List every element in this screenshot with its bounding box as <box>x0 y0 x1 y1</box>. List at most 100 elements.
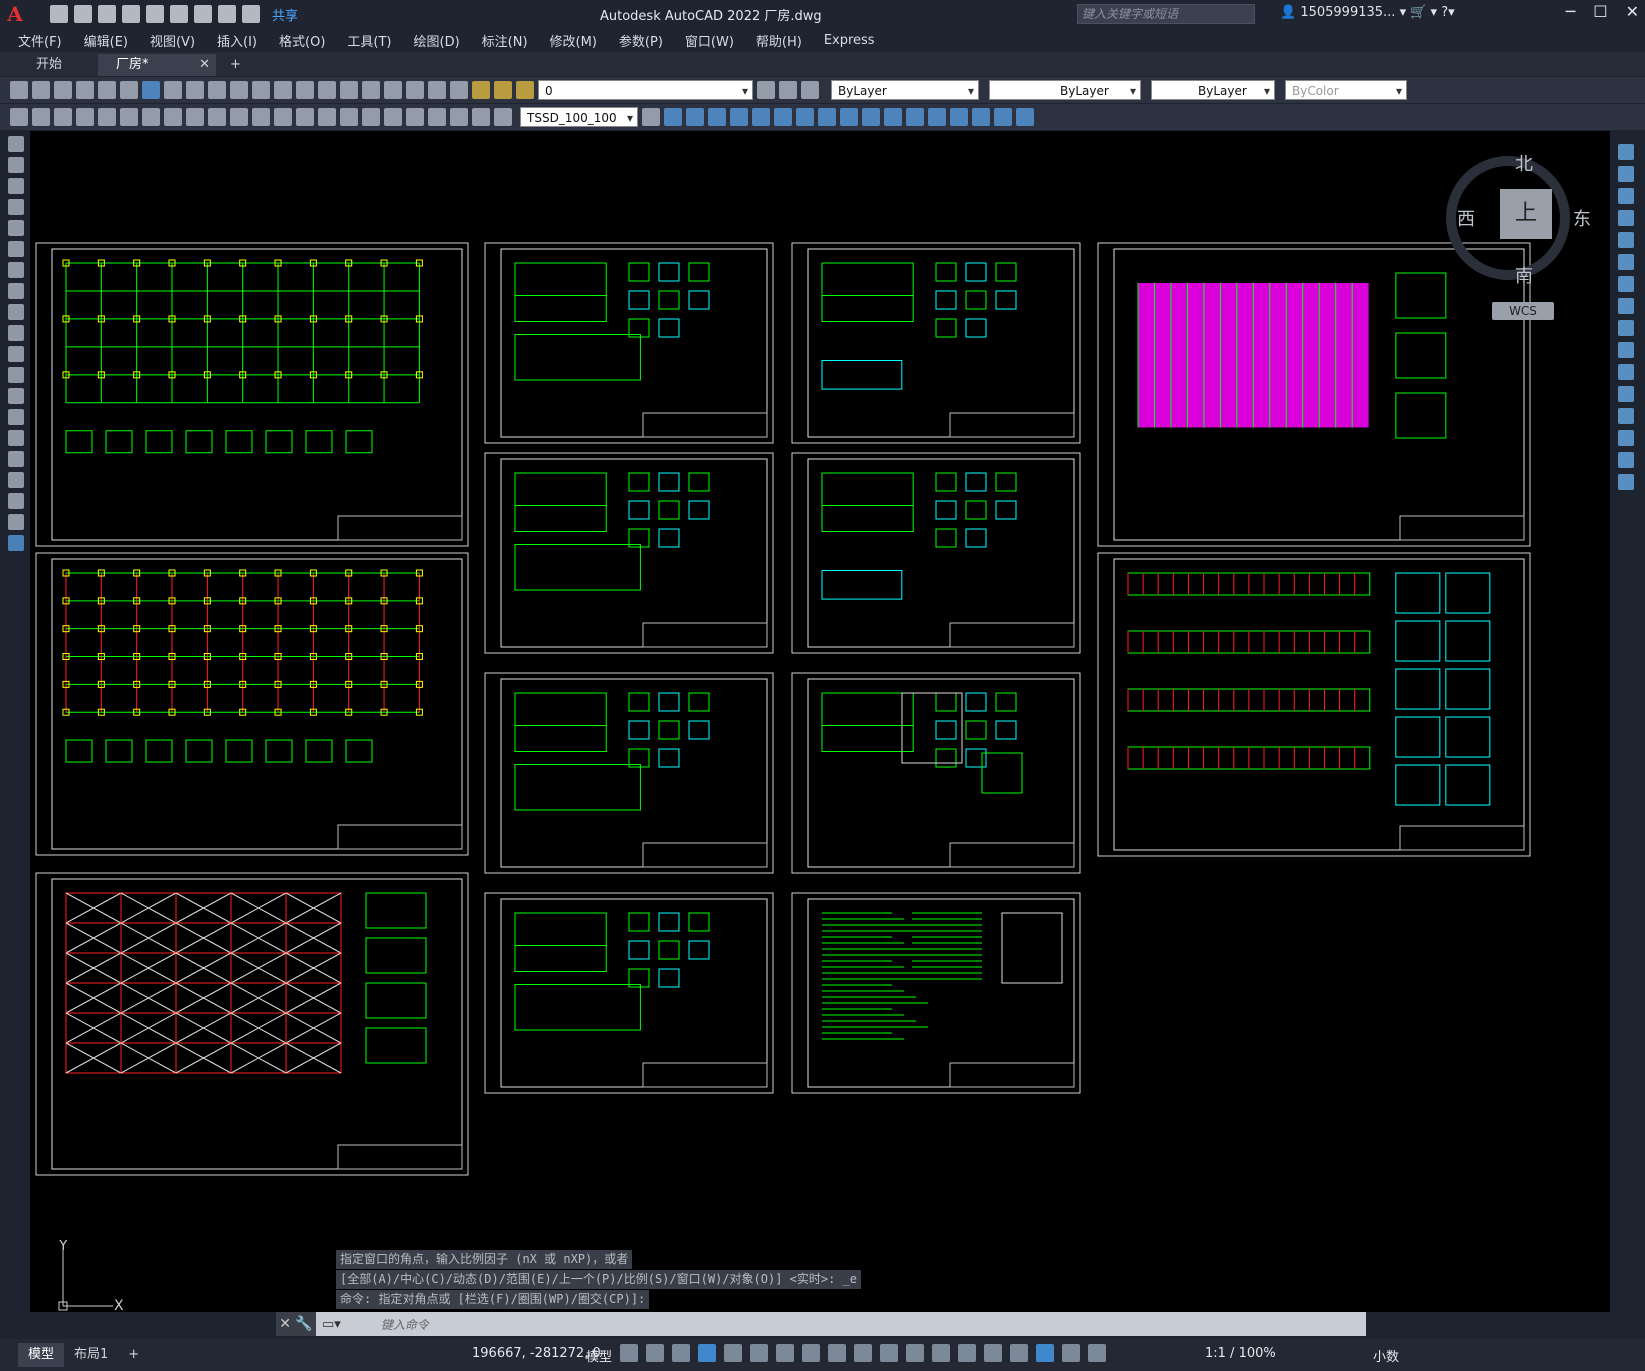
menu-help[interactable]: 帮助(H) <box>756 31 802 50</box>
infer-constraints-icon[interactable] <box>672 1344 690 1362</box>
layer-select[interactable]: 0 <box>538 80 753 101</box>
baseline-icon[interactable] <box>274 108 292 126</box>
scale-icon[interactable] <box>1618 298 1634 314</box>
dynamic-ucs-icon[interactable] <box>958 1344 976 1362</box>
export-icon[interactable] <box>170 5 188 23</box>
linear-dim-icon[interactable] <box>76 108 94 126</box>
chamfer-icon[interactable] <box>1618 430 1634 446</box>
view-16-icon[interactable] <box>994 108 1012 126</box>
tab-layout1[interactable]: 布局1 <box>64 1343 118 1367</box>
units-select[interactable]: 小数 <box>1373 1346 1399 1365</box>
help-icon[interactable] <box>428 81 446 99</box>
viewcube-west[interactable]: 西 <box>1457 205 1475 231</box>
arc-icon[interactable] <box>8 241 24 257</box>
plot-icon[interactable] <box>194 5 212 23</box>
annotation-scale-icon[interactable] <box>1088 1344 1106 1362</box>
calculator-icon[interactable] <box>406 81 424 99</box>
publish-icon[interactable] <box>120 81 138 99</box>
ellipse-arc-icon[interactable] <box>8 346 24 362</box>
menu-dimension[interactable]: 标注(N) <box>482 31 528 50</box>
viewcube-south[interactable]: 南 <box>1515 262 1533 288</box>
design-center-icon[interactable] <box>318 81 336 99</box>
continue-icon[interactable] <box>296 108 314 126</box>
zoom-previous-icon[interactable] <box>274 81 292 99</box>
lock-icon[interactable] <box>516 81 534 99</box>
quick-dim-icon[interactable] <box>252 108 270 126</box>
lightbulb-icon[interactable] <box>472 81 490 99</box>
open-icon[interactable] <box>74 5 92 23</box>
rotate-icon[interactable] <box>1618 276 1634 292</box>
dim-text-edit-icon[interactable] <box>472 108 490 126</box>
preview-icon[interactable] <box>98 81 116 99</box>
maximize-icon[interactable]: ☐ <box>1593 2 1607 21</box>
polyline-icon[interactable] <box>8 178 24 194</box>
zoom-window-icon[interactable] <box>252 81 270 99</box>
view-1-icon[interactable] <box>664 108 682 126</box>
table-icon[interactable] <box>8 493 24 509</box>
annotation-scale-select[interactable]: 1:1 / 100% <box>1205 1346 1276 1361</box>
tool-a-icon[interactable] <box>10 108 28 126</box>
construction-line-icon[interactable] <box>8 157 24 173</box>
arc-length-icon[interactable] <box>120 108 138 126</box>
selection-cycling-icon[interactable] <box>906 1344 924 1362</box>
menu-modify[interactable]: 修改(M) <box>550 31 597 50</box>
dim-space-icon[interactable] <box>318 108 336 126</box>
jogged-icon[interactable] <box>186 108 204 126</box>
autocad-logo-icon[interactable]: A <box>0 0 30 28</box>
view-13-icon[interactable] <box>928 108 946 126</box>
ortho-icon[interactable] <box>724 1344 742 1362</box>
stretch-icon[interactable] <box>1618 320 1634 336</box>
save-icon[interactable] <box>98 5 116 23</box>
search-input[interactable]: 键入关键字或短语 <box>1077 4 1255 24</box>
color-select[interactable]: ByLayer <box>831 80 979 101</box>
trim-icon[interactable] <box>1618 342 1634 358</box>
gizmo-icon[interactable] <box>1010 1344 1028 1362</box>
view-11-icon[interactable] <box>884 108 902 126</box>
share-button[interactable]: 共享 <box>272 5 298 24</box>
dim-style-icon[interactable] <box>642 108 660 126</box>
pan-icon[interactable] <box>208 81 226 99</box>
command-input-icon[interactable]: ▭▾ <box>322 1317 341 1332</box>
viewcube-north[interactable]: 北 <box>1515 150 1533 176</box>
qnew-icon[interactable] <box>10 81 28 99</box>
line-icon[interactable] <box>8 136 24 152</box>
view-14-icon[interactable] <box>950 108 968 126</box>
command-input[interactable]: 键入命令 <box>381 1316 429 1333</box>
center-mark-icon[interactable] <box>384 108 402 126</box>
model-space-toggle[interactable]: 模型 <box>586 1346 612 1365</box>
new-icon[interactable] <box>50 5 68 23</box>
view-12-icon[interactable] <box>906 108 924 126</box>
spline-icon[interactable] <box>8 304 24 320</box>
drawing-canvas[interactable] <box>30 131 1610 1312</box>
snap-icon[interactable] <box>646 1344 664 1362</box>
mtext-icon[interactable] <box>8 514 24 530</box>
minimize-icon[interactable]: ─ <box>1566 2 1576 21</box>
dim-update-icon[interactable] <box>494 108 512 126</box>
explode-icon[interactable] <box>1618 474 1634 490</box>
ordinate-icon[interactable] <box>142 108 160 126</box>
layer-state-icon[interactable] <box>801 81 819 99</box>
inspection-icon[interactable] <box>406 108 424 126</box>
jogged-linear-icon[interactable] <box>428 108 446 126</box>
polygon-icon[interactable] <box>8 199 24 215</box>
tool-palettes-icon[interactable] <box>340 81 358 99</box>
menu-view[interactable]: 视图(V) <box>150 31 195 50</box>
menu-format[interactable]: 格式(O) <box>279 31 325 50</box>
tolerance-icon[interactable] <box>362 108 380 126</box>
view-7-icon[interactable] <box>796 108 814 126</box>
menu-tools[interactable]: 工具(T) <box>347 31 391 50</box>
view-6-icon[interactable] <box>774 108 792 126</box>
view-17-icon[interactable] <box>1016 108 1034 126</box>
angular-icon[interactable] <box>230 108 248 126</box>
offset-icon[interactable] <box>1618 210 1634 226</box>
layer-manager-icon[interactable] <box>450 81 468 99</box>
tab-model[interactable]: 模型 <box>18 1343 65 1367</box>
close-command-icon[interactable]: ✕ 🔧 <box>276 1312 316 1336</box>
aligned-dim-icon[interactable] <box>98 108 116 126</box>
drawing-sheet[interactable] <box>1097 552 1531 857</box>
undo-toolbar-icon[interactable] <box>164 81 182 99</box>
wcs-menu[interactable]: WCS <box>1492 302 1554 320</box>
diameter-icon[interactable] <box>208 108 226 126</box>
dim-break-icon[interactable] <box>340 108 358 126</box>
menu-draw[interactable]: 绘图(D) <box>414 31 460 50</box>
